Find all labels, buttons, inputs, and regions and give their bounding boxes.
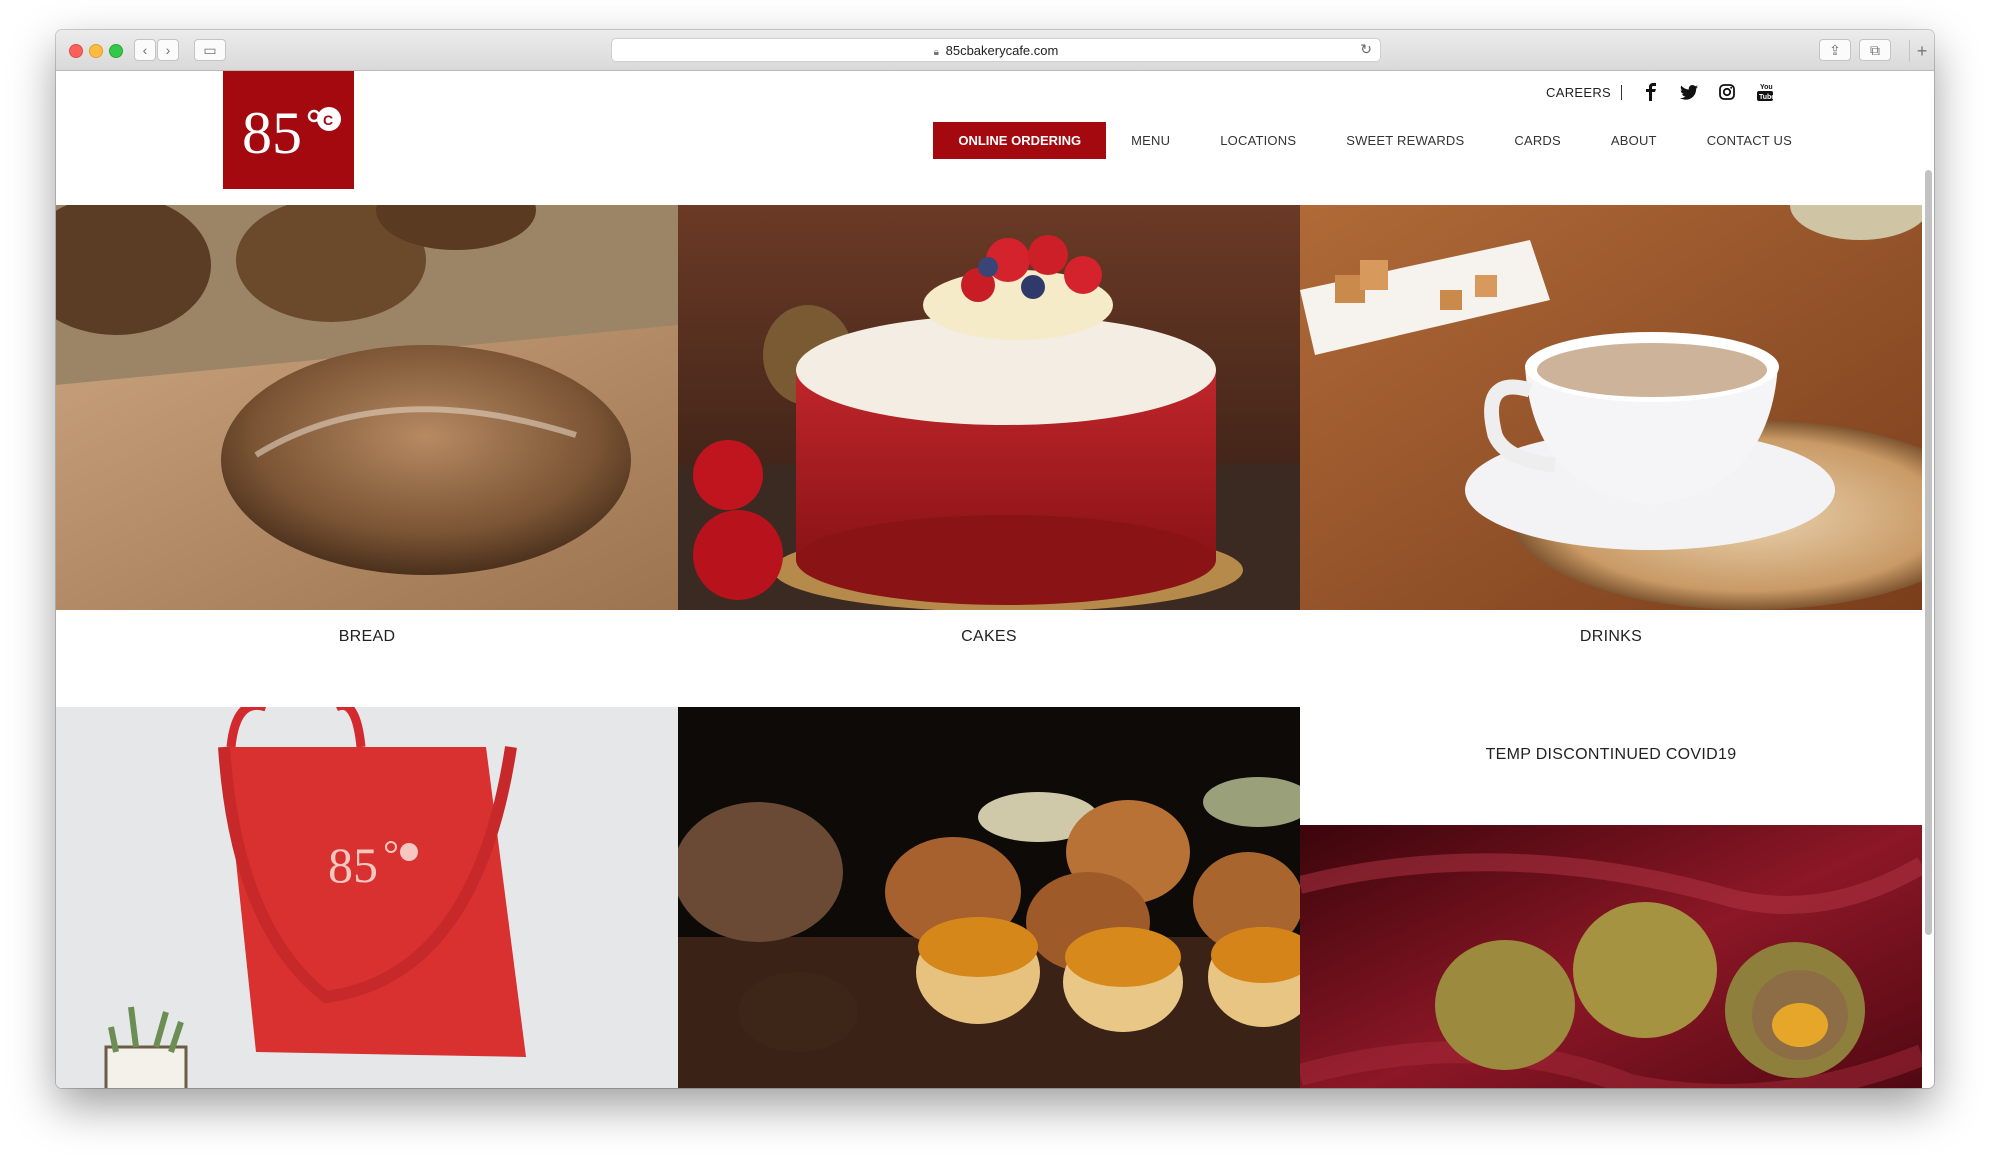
logo-text: 85 [242,100,302,165]
browser-titlebar: ‹ › ▭ 🔒︎ 85cbakerycafe.com ↻ ⇪ ⧉ + [56,30,1934,71]
nav-about[interactable]: ABOUT [1611,133,1657,148]
category-label-bread[interactable]: BREAD [56,628,678,646]
forward-button[interactable]: › [157,39,179,61]
nav-locations[interactable]: LOCATIONS [1220,133,1296,148]
url-text: 85cbakerycafe.com [945,43,1059,58]
plus-icon: + [1916,40,1928,61]
instagram-icon[interactable] [1718,83,1736,101]
browser-window: ‹ › ▭ 🔒︎ 85cbakerycafe.com ↻ ⇪ ⧉ + 85 C … [56,30,1934,1088]
share-icon: ⇪ [1829,41,1841,58]
category-label-temp-discontinued[interactable]: TEMP DISCONTINUED COVID19 [1300,746,1922,764]
chevron-right-icon: › [165,42,171,58]
share-button[interactable]: ⇪ [1819,39,1851,61]
zoom-window-button[interactable] [109,44,123,58]
cake-image[interactable] [678,205,1300,610]
svg-text:Tube: Tube [1759,94,1773,101]
nav-online-ordering[interactable]: ONLINE ORDERING [933,122,1107,159]
facebook-icon[interactable] [1642,83,1660,101]
svg-text:C: C [323,112,333,128]
nav-sweet-rewards[interactable]: SWEET REWARDS [1346,133,1464,148]
twitter-icon[interactable] [1680,83,1698,101]
sidebar-icon: ▭ [203,41,217,58]
nav-menu[interactable]: MENU [1131,133,1170,148]
tote-logo-text: 85 [328,837,378,893]
reload-icon[interactable]: ↻ [1360,41,1372,58]
scrollbar[interactable] [1925,170,1932,935]
tabs-icon: ⧉ [1870,41,1880,58]
web-page: 85 C CAREERS YouTube ONLINE ORDE [56,71,1934,1088]
tote-bag-image[interactable]: 85 [56,707,678,1088]
utility-bar: CAREERS You Tube [1546,77,1784,107]
category-label-cakes[interactable]: CAKES [678,628,1300,646]
careers-link[interactable]: CAREERS [1546,84,1622,100]
svg-text:You: You [1760,84,1773,91]
lock-icon: 🔒︎ [933,47,939,58]
category-label-drinks[interactable]: DRINKS [1300,628,1922,646]
address-bar[interactable]: 🔒︎ 85cbakerycafe.com ↻ [611,38,1381,62]
main-nav: ONLINE ORDERING MENU LOCATIONS SWEET REW… [933,122,1792,159]
tabs-button[interactable]: ⧉ [1859,39,1891,61]
youtube-icon[interactable]: You Tube [1756,83,1774,101]
green-mooncake-image[interactable] [1300,825,1922,1088]
minimize-window-button[interactable] [89,44,103,58]
sidebar-button[interactable]: ▭ [194,39,226,61]
mooncake-image[interactable] [678,707,1300,1088]
bread-image[interactable] [56,205,678,610]
chevron-left-icon: ‹ [142,42,148,58]
back-button[interactable]: ‹ [134,39,156,61]
logo[interactable]: 85 C [223,71,354,189]
drinks-image[interactable] [1300,205,1922,610]
nav-cards[interactable]: CARDS [1514,133,1561,148]
nav-contact-us[interactable]: CONTACT US [1707,133,1792,148]
new-tab-button[interactable]: + [1909,40,1934,62]
logo-mark: 85 C [242,100,341,165]
close-window-button[interactable] [69,44,83,58]
